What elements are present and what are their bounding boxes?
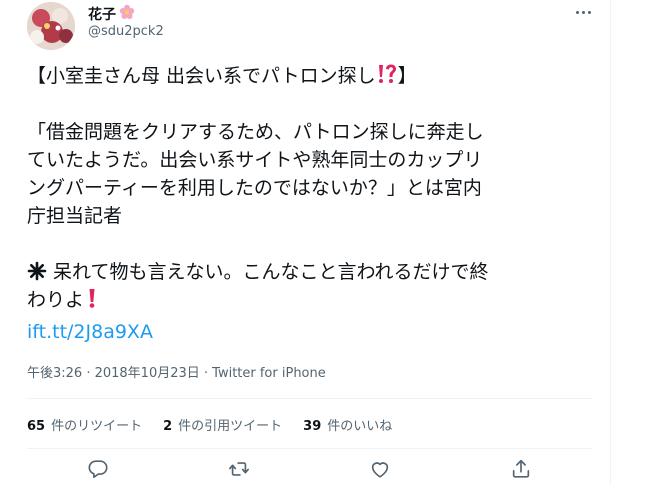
quotes-stat[interactable]: 2 件の引用ツイート [163,415,282,434]
likes-count: 39 [303,418,322,434]
tweet-link[interactable]: ift.tt/2J8a9XA [27,318,153,346]
tweet-comment-line-2: わりよ [27,286,592,317]
more-dot-icon [587,10,591,14]
divider [27,398,592,399]
reply-button[interactable] [81,458,115,484]
heart-icon [369,458,391,484]
tweet-text-line-1: 【小室圭さん母 出会い系でパトロン探し】 [27,62,592,93]
quotes-label: 件の引用ツイート [178,418,283,434]
retweets-label: 件のリツイート [51,418,143,434]
tweet-headline-end: 】 [397,65,417,87]
tweet-quote-line: 「借金問題をクリアするため、パトロン探しに奔走し [27,121,484,143]
handle[interactable]: @sdu2pck2 [88,24,164,39]
display-name[interactable]: 花子 [88,4,116,24]
tweet-card: 花子 @sdu2pck2 【小室圭さん母 出会い系でパトロン探し】 「借金問題を… [0,0,610,485]
tweet-timestamp[interactable]: 午後3:26 · 2018年10月23日 · Twitter for iPhon… [27,362,326,381]
engagement-stats: 65 件のリツイート 2 件の引用ツイート 39 件のいいね [27,414,392,434]
tweet-headline: 【小室圭さん母 出会い系でパトロン探し [27,65,376,87]
like-button[interactable] [363,458,397,484]
more-dot-icon [581,10,585,14]
avatar[interactable] [27,2,75,50]
red-exclamation-icon [84,287,100,317]
retweet-button[interactable] [222,458,256,484]
author-name-row[interactable]: 花子 [88,4,135,24]
eight-pointed-star-icon [27,261,47,289]
retweet-icon [228,458,250,484]
quotes-count: 2 [163,418,173,434]
action-bar [80,458,540,485]
share-button[interactable] [504,458,538,484]
exclamation-question-icon [376,63,398,93]
tweet-comment-line-1: 呆れて物も言えない。こんなこと言われるだけで終 [27,258,592,289]
likes-stat[interactable]: 39 件のいいね [303,415,392,434]
tweet-quote-line: ングパーティーを利用したのではないか？」とは宮内 [27,177,482,199]
likes-label: 件のいいね [327,418,393,434]
tweet-comment: 呆れて物も言えない。こんなこと言われるだけで終 [53,261,489,283]
tweet-comment-end: わりよ [27,289,85,311]
more-dot-icon [575,10,579,14]
right-gutter [611,0,647,485]
tweet-quote-line: 庁担当記者 [27,205,123,227]
retweets-count: 65 [27,418,46,434]
reply-icon [87,458,109,484]
divider [27,448,592,449]
tweet-quote-line: ていたようだ。出会い系サイトや熟年同士のカップリ [27,149,483,171]
more-options-button[interactable] [568,2,598,22]
cherry-blossom-icon [119,4,135,24]
share-icon [510,458,532,484]
retweets-stat[interactable]: 65 件のリツイート [27,415,142,434]
